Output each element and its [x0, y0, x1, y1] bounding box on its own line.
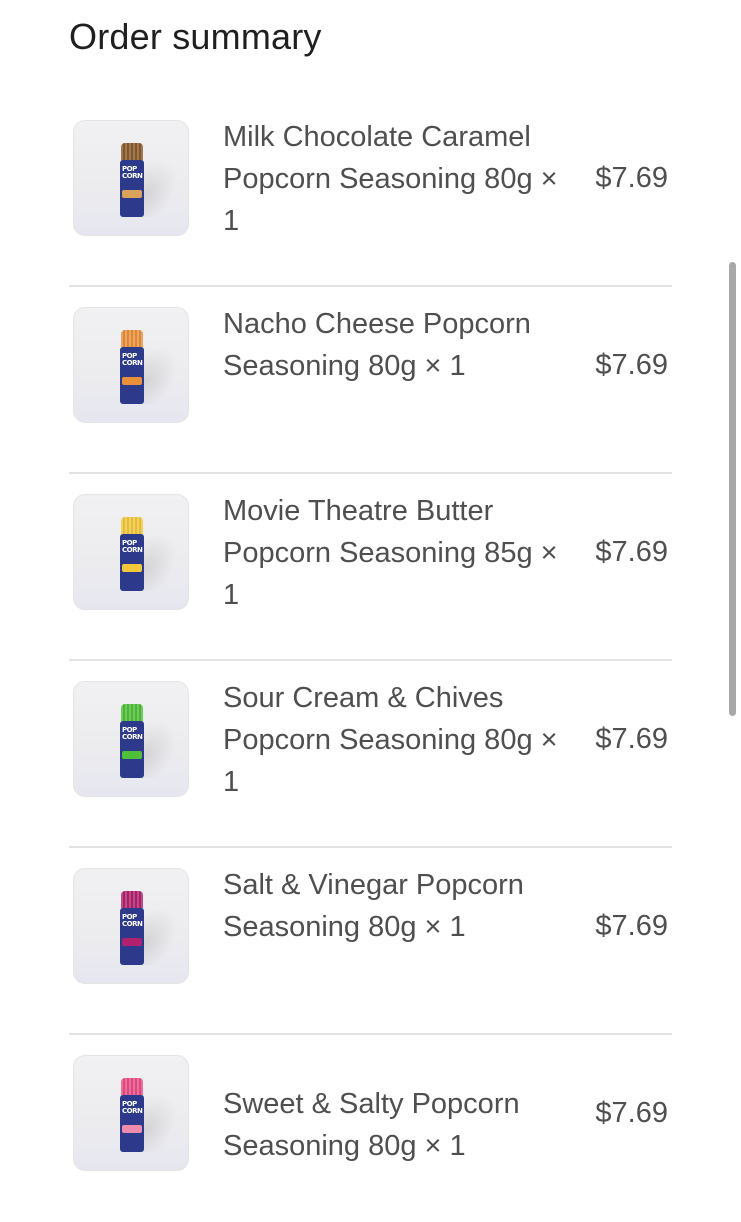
- product-image: POP CORN: [73, 307, 189, 423]
- bottle-body: POP CORN: [120, 721, 144, 778]
- order-item-list: POP CORN Milk Chocolate Caramel Popcorn …: [69, 100, 672, 1222]
- flavor-band: [122, 564, 142, 572]
- flavor-band: [122, 938, 142, 946]
- product-price: $7.69: [595, 349, 668, 381]
- bottle-body: POP CORN: [120, 347, 144, 404]
- bottle-body: POP CORN: [120, 160, 144, 217]
- product-logo: POP CORN: [122, 913, 143, 928]
- bottle-body: POP CORN: [120, 908, 144, 965]
- product-price: $7.69: [595, 536, 668, 568]
- product-logo: POP CORN: [122, 352, 143, 367]
- product-image: POP CORN: [73, 120, 189, 236]
- product-price: $7.69: [595, 910, 668, 942]
- order-item[interactable]: POP CORN Movie Theatre Butter Popcorn Se…: [69, 474, 672, 661]
- product-image: POP CORN: [73, 1055, 189, 1171]
- product-price: $7.69: [595, 162, 668, 194]
- scrollbar[interactable]: [729, 262, 736, 716]
- product-name: Milk Chocolate Caramel Popcorn Seasoning…: [223, 121, 558, 237]
- order-item[interactable]: POP CORN Sour Cream & Chives Popcorn Sea…: [69, 661, 672, 848]
- bottle-cap: [121, 143, 143, 161]
- seasoning-bottle-icon: POP CORN: [120, 704, 144, 778]
- order-item[interactable]: POP CORN Sweet & Salty Popcorn Seasoning…: [69, 1035, 672, 1222]
- seasoning-bottle-icon: POP CORN: [120, 330, 144, 404]
- product-price: $7.69: [595, 723, 668, 755]
- order-item[interactable]: POP CORN Salt & Vinegar Popcorn Seasonin…: [69, 848, 672, 1035]
- product-logo: POP CORN: [122, 726, 143, 741]
- product-logo: POP CORN: [122, 539, 143, 554]
- product-logo: POP CORN: [122, 1100, 143, 1115]
- flavor-band: [122, 377, 142, 385]
- product-logo: POP CORN: [122, 165, 143, 180]
- bottle-body: POP CORN: [120, 534, 144, 591]
- product-image: POP CORN: [73, 494, 189, 610]
- seasoning-bottle-icon: POP CORN: [120, 143, 144, 217]
- order-item[interactable]: POP CORN Nacho Cheese Popcorn Seasoning …: [69, 287, 672, 474]
- flavor-band: [122, 751, 142, 759]
- product-name: Salt & Vinegar Popcorn Seasoning 80g × 1: [223, 869, 524, 943]
- flavor-band: [122, 190, 142, 198]
- bottle-cap: [121, 330, 143, 348]
- product-image: POP CORN: [73, 681, 189, 797]
- page-title: Order summary: [69, 16, 322, 57]
- bottle-cap: [121, 1078, 143, 1096]
- product-image: POP CORN: [73, 868, 189, 984]
- product-name: Sweet & Salty Popcorn Seasoning 80g × 1: [223, 1088, 520, 1162]
- product-name: Movie Theatre Butter Popcorn Seasoning 8…: [223, 495, 558, 611]
- product-name: Sour Cream & Chives Popcorn Seasoning 80…: [223, 682, 558, 798]
- bottle-body: POP CORN: [120, 1095, 144, 1152]
- bottle-cap: [121, 891, 143, 909]
- product-name: Nacho Cheese Popcorn Seasoning 80g × 1: [223, 308, 531, 382]
- flavor-band: [122, 1125, 142, 1133]
- seasoning-bottle-icon: POP CORN: [120, 1078, 144, 1152]
- product-price: $7.69: [595, 1097, 668, 1129]
- seasoning-bottle-icon: POP CORN: [120, 517, 144, 591]
- bottle-cap: [121, 704, 143, 722]
- seasoning-bottle-icon: POP CORN: [120, 891, 144, 965]
- bottle-cap: [121, 517, 143, 535]
- order-item[interactable]: POP CORN Milk Chocolate Caramel Popcorn …: [69, 100, 672, 287]
